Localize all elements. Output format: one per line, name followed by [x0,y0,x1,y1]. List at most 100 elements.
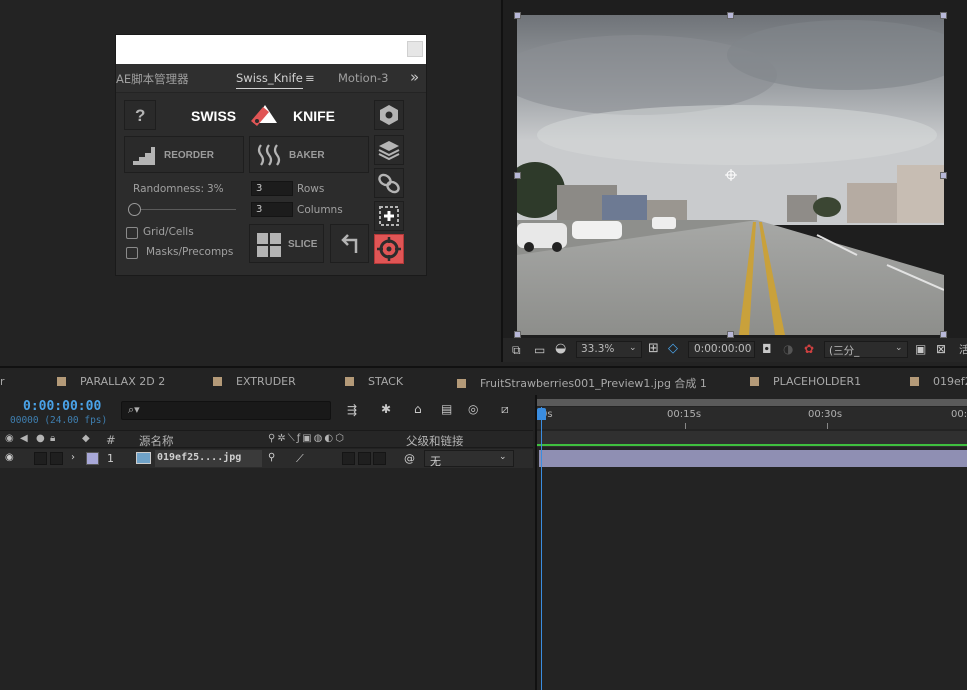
tab-menu-icon[interactable]: ≡ [305,71,315,85]
switch-box[interactable] [373,452,386,465]
timeline-timecode[interactable]: 0:00:00:00 [23,399,101,414]
frame-blending-icon[interactable]: ▤ [441,403,452,415]
color-channels-icon[interactable]: ✿ [804,343,814,355]
transform-handle[interactable] [514,172,521,179]
rows-input[interactable]: 3 [251,181,293,196]
comp-tab-stack[interactable]: STACK [345,375,403,388]
masks-precomps-checkbox[interactable] [126,247,138,259]
tab-swiss-knife[interactable]: Swiss_Knife [236,71,303,89]
solo-switch-icon[interactable]: ● [36,433,45,444]
layer-number: 1 [107,452,114,465]
comp-tab-label: FruitStrawberries001_Preview1.jpg 合成 1 [480,377,707,390]
layer-label-color[interactable] [86,452,99,465]
stairs-icon [133,147,155,165]
playhead-line[interactable] [541,407,542,690]
playhead-handle[interactable] [537,408,546,420]
comp-color-swatch [910,377,919,386]
quality-slash-icon[interactable]: ⟋ [296,452,304,466]
mask-visibility-icon[interactable]: ◒ [555,342,566,355]
ruler-tick-label: 00: [951,409,967,420]
time-ruler[interactable]: 0s 00:15s 00:30s 00: [537,407,967,429]
comp-mini-flowchart-icon[interactable]: ⇶ [347,404,357,416]
parent-pickwhip-icon[interactable]: @ [404,452,415,465]
lock-switch-icon[interactable]: 🔒︎ [50,433,55,444]
panel-close-button[interactable] [407,41,423,57]
resolution-dropdown[interactable]: (三分_ ⌄ [824,341,908,358]
draft-3d-icon[interactable]: ✱ [381,403,391,415]
tab-motion-3[interactable]: Motion-3 [338,71,388,85]
switch-box[interactable] [342,452,355,465]
transform-handle[interactable] [940,172,947,179]
shy-layers-icon[interactable]: ⌂ [414,403,422,415]
layer-search-input[interactable]: ⌕▾ [121,401,331,420]
comp-tab-fruit-strawberries[interactable]: FruitStrawberries001_Preview1.jpg 合成 1 [457,375,707,391]
region-grid-icon[interactable]: ⊞ [648,342,659,355]
graph-editor-icon[interactable]: ⧄ [501,403,509,415]
motion-blur-icon[interactable]: ◎ [468,403,478,415]
randomness-slider-thumb[interactable] [128,203,141,216]
toggle-grid-icon[interactable]: ⊠ [936,343,946,355]
panel-titlebar[interactable] [116,35,426,64]
comp-tab-extruder[interactable]: EXTRUDER [213,375,296,388]
comp-tab-019ef2[interactable]: 019ef2 [910,375,967,388]
current-time-field[interactable]: 0:00:00:00 [688,341,755,358]
layer-name-field[interactable]: 019ef25....jpg [155,450,262,467]
heat-waves-icon [257,144,281,166]
column-source-name-header[interactable]: 源名称 [139,433,174,449]
viewer-image[interactable] [517,15,944,335]
composition-tab-bar: r PARALLAX 2D 2 EXTRUDER STACK FruitStra… [0,366,967,393]
monitor-icon[interactable]: ▭ [534,344,545,356]
always-preview-icon[interactable]: ⧉ [512,344,521,356]
slice-button[interactable]: SLICE [249,224,324,263]
help-button[interactable]: ? [124,100,156,130]
transform-handle[interactable] [727,12,734,19]
columns-input[interactable]: 3 [251,202,293,217]
chevron-down-icon: ⌄ [895,343,903,353]
transform-handle[interactable] [727,331,734,338]
layer-switches-icons[interactable]: ⚲✲⟍ƒ▣◍◐⬡ [268,433,346,444]
expand-chevron-icon[interactable]: › [71,452,75,463]
reorder-button[interactable]: REORDER [124,136,244,173]
randomness-slider-track[interactable] [133,209,236,210]
shy-switch-icon[interactable]: ⚲ [268,452,275,463]
fast-preview-icon[interactable]: ▣ [915,343,926,355]
columns-label: Columns [297,204,343,216]
tab-ae-script-manager[interactable]: AE脚本管理器 [116,71,189,87]
eye-icon[interactable]: ◉ [5,452,14,463]
link-button[interactable] [374,168,404,198]
transform-handle[interactable] [514,12,521,19]
return-button[interactable] [330,224,369,263]
solo-toggle[interactable] [34,452,47,465]
layers-button[interactable] [374,135,404,165]
transform-handle[interactable] [514,331,521,338]
add-grid-button[interactable] [374,201,404,231]
switch-box[interactable] [358,452,371,465]
transparency-grid-icon[interactable]: ◇ [668,342,678,355]
video-switch-icon[interactable]: ◉ [5,433,14,444]
grid-cells-checkbox[interactable] [126,227,138,239]
comp-tab-parallax-2d-2[interactable]: PARALLAX 2D 2 [57,375,165,388]
transform-handle[interactable] [940,12,947,19]
parent-value: 无 [430,455,441,468]
comp-color-swatch [457,379,466,388]
column-parent-header[interactable]: 父级和链接 [406,433,464,449]
show-snapshot-icon[interactable]: ◑ [783,343,793,355]
snapshot-icon[interactable]: ◘ [762,343,772,355]
target-button[interactable] [374,234,404,264]
zoom-dropdown[interactable]: 33.3% ⌄ [576,341,642,358]
column-number-header[interactable]: # [106,433,116,447]
layer-duration-bar[interactable] [539,450,967,467]
return-arrow-icon [341,234,358,253]
baker-button[interactable]: BAKER [249,136,369,173]
work-area-bar[interactable] [537,399,967,406]
lock-toggle[interactable] [50,452,63,465]
comp-tab-placeholder1[interactable]: PLACEHOLDER1 [750,375,861,388]
tab-close-fragment[interactable]: r [0,375,5,388]
layer-row[interactable]: ◉ › 1 019ef25....jpg ⚲ ⟋ @ 无 ⌄ [0,449,533,468]
settings-hex-button[interactable] [374,100,404,130]
tabs-overflow-icon[interactable]: » [410,68,419,86]
parent-dropdown[interactable]: 无 ⌄ [424,450,514,468]
audio-switch-icon[interactable]: ◀ [20,433,28,444]
transform-handle[interactable] [940,331,947,338]
label-tag-icon[interactable]: ◆ [82,433,90,444]
